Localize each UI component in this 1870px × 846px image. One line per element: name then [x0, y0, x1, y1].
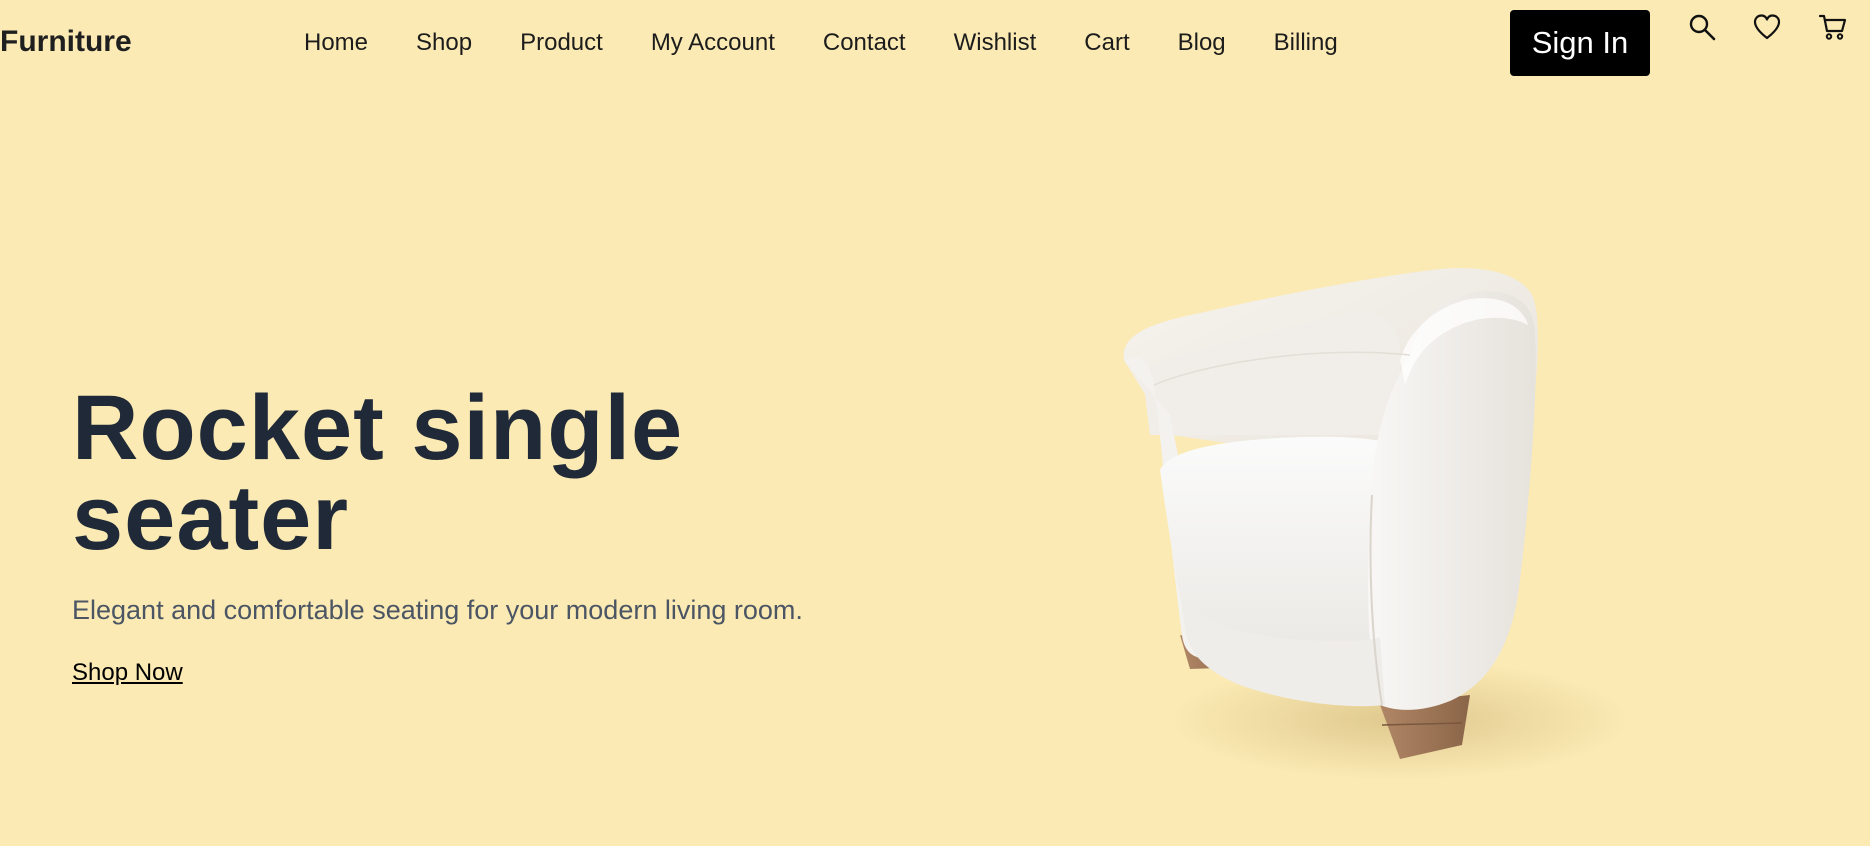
nav-item-blog[interactable]: Blog: [1178, 26, 1226, 60]
nav-item-contact[interactable]: Contact: [823, 26, 906, 60]
sign-in-button[interactable]: Sign In: [1510, 10, 1650, 76]
nav-item-billing[interactable]: Billing: [1274, 26, 1338, 60]
nav-item-product[interactable]: Product: [520, 26, 603, 60]
nav-item-my-account[interactable]: My Account: [651, 26, 775, 60]
shop-now-link[interactable]: Shop Now: [72, 657, 183, 689]
nav-item-wishlist[interactable]: Wishlist: [954, 26, 1037, 60]
nav-item-home[interactable]: Home: [304, 26, 368, 60]
search-button[interactable]: [1685, 10, 1719, 44]
nav-item-shop[interactable]: Shop: [416, 26, 472, 60]
cart-icon: [1818, 14, 1847, 40]
cart-button[interactable]: [1816, 10, 1850, 44]
main-nav: Home Shop Product My Account Contact Wis…: [304, 26, 1386, 60]
wishlist-button[interactable]: [1750, 10, 1784, 44]
hero-subtitle: Elegant and comfortable seating for your…: [72, 595, 803, 625]
brand-logo[interactable]: Furniture: [0, 24, 132, 60]
nav-item-cart[interactable]: Cart: [1084, 26, 1129, 60]
armchair-image: [1123, 268, 1630, 780]
heart-icon: [1753, 14, 1781, 40]
hero-title: Rocket single seater: [72, 377, 684, 569]
site-header: Furniture Home Shop Product My Account C…: [0, 0, 1870, 86]
search-icon: [1689, 14, 1716, 41]
